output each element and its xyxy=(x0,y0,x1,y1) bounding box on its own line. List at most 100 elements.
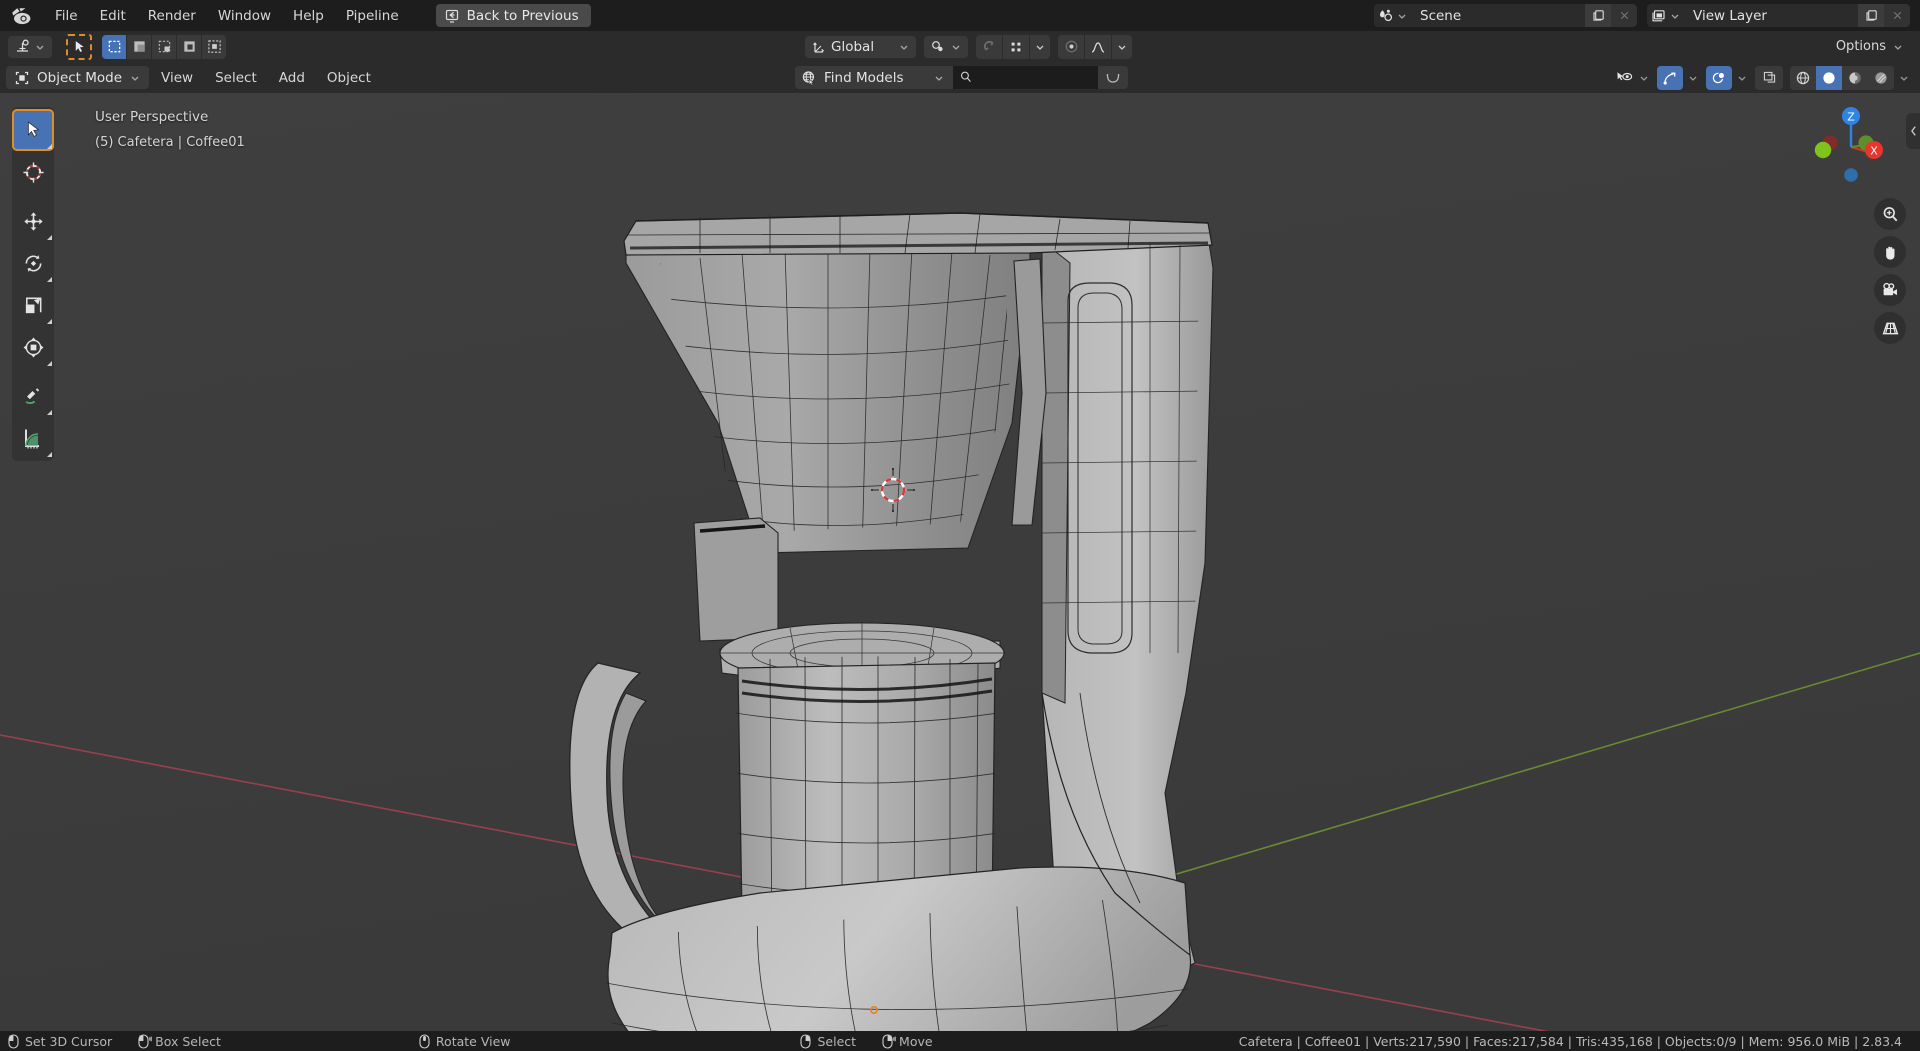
cursor-arrow-icon xyxy=(28,121,40,137)
navigation-gizmo[interactable]: Z X xyxy=(1808,101,1894,187)
select-mode-group[interactable] xyxy=(102,34,226,59)
3d-viewport[interactable]: User Perspective (5) Cafetera | Coffee01 xyxy=(0,93,1920,1031)
snap-options-caret[interactable] xyxy=(1030,34,1051,59)
annotate-tool[interactable] xyxy=(12,375,54,417)
rotate-tool[interactable] xyxy=(12,242,54,284)
wireframe-icon[interactable] xyxy=(1790,66,1816,90)
keymap-label: Select xyxy=(817,1033,857,1049)
globe-cursor-icon xyxy=(801,70,817,86)
toggle-perspective-button[interactable] xyxy=(1874,312,1906,344)
shading-options-chevron-down-icon[interactable] xyxy=(1898,72,1910,84)
view-layer-icon[interactable] xyxy=(1647,4,1683,27)
object-mode-dropdown[interactable]: Object Mode xyxy=(6,66,150,89)
snap-to-dropdown[interactable] xyxy=(1003,34,1030,59)
svg-text:Z: Z xyxy=(1847,111,1855,124)
sidebar-toggle[interactable] xyxy=(1906,113,1920,149)
chevron-down-icon[interactable] xyxy=(1638,72,1650,84)
cursor-tool-icon xyxy=(14,39,30,55)
object-types-visibility-icon[interactable] xyxy=(1610,66,1638,90)
viewport-menu-add[interactable]: Add xyxy=(269,66,315,89)
solid-sphere-icon[interactable] xyxy=(1816,65,1842,90)
keymap-select: Select xyxy=(800,1034,856,1049)
menu-help[interactable]: Help xyxy=(282,5,335,27)
tool-overflow-corner xyxy=(47,319,52,324)
tool-overflow-corner xyxy=(47,277,52,282)
select-set-mode[interactable] xyxy=(102,34,126,59)
scene-statistics: Cafetera | Coffee01 | Verts:217,590 | Fa… xyxy=(1238,1033,1902,1049)
menu-edit[interactable]: Edit xyxy=(89,5,137,27)
keymap-label: Rotate View xyxy=(435,1033,511,1049)
find-models-dropdown[interactable]: Find Models xyxy=(795,66,953,89)
chevron-down-icon[interactable] xyxy=(1736,72,1748,84)
perspective-grid-icon xyxy=(1882,322,1898,334)
coffee-maker-model[interactable] xyxy=(0,93,1920,1031)
transform-tool[interactable] xyxy=(12,326,54,368)
tweak-tool[interactable] xyxy=(12,109,54,151)
xray-toggle-icon[interactable] xyxy=(1755,65,1783,90)
shading-mode-group[interactable] xyxy=(1790,65,1894,90)
3d-cursor xyxy=(871,468,915,512)
back-to-previous-button[interactable]: Back to Previous xyxy=(435,4,591,27)
measure-tool[interactable] xyxy=(12,417,54,459)
blender-logo-icon[interactable] xyxy=(10,3,36,29)
overlays-icon[interactable] xyxy=(1706,65,1732,90)
top-bar: File Edit Render Window Help Pipeline Ba… xyxy=(0,0,1920,31)
keymap-box-select: Box Select xyxy=(138,1034,221,1049)
overlays-toggle-group[interactable] xyxy=(1706,65,1732,90)
transform-orientation-dropdown[interactable]: Global xyxy=(805,35,917,58)
viewport-menu-select[interactable]: Select xyxy=(205,66,267,89)
keymap-rotate-view: Rotate View xyxy=(419,1033,511,1049)
new-view-layer-button[interactable] xyxy=(1858,4,1884,27)
scale-icon xyxy=(25,297,41,313)
tool-overflow-corner xyxy=(47,452,52,457)
chevron-down-icon xyxy=(34,41,46,53)
rendered-icon[interactable] xyxy=(1868,66,1894,90)
scene-icon[interactable] xyxy=(1374,4,1410,27)
cursor-tool[interactable] xyxy=(12,151,54,193)
move-arrows-icon xyxy=(23,211,43,231)
gizmo-icon[interactable] xyxy=(1657,65,1683,90)
pivot-point-dropdown[interactable] xyxy=(924,35,969,58)
menu-pipeline[interactable]: Pipeline xyxy=(335,5,410,27)
scale-tool[interactable] xyxy=(12,284,54,326)
gizmos-toggle-group[interactable] xyxy=(1657,65,1683,90)
snap-magnet-toggle[interactable] xyxy=(976,34,1003,59)
viewport-menu-view[interactable]: View xyxy=(151,66,203,89)
select-subtract-mode[interactable] xyxy=(152,34,176,59)
mouse-right-drag-icon xyxy=(882,1033,896,1049)
mouse-left-icon xyxy=(8,1033,19,1049)
remove-scene-button[interactable] xyxy=(1611,4,1637,27)
falloff-dropdown[interactable] xyxy=(1085,34,1112,59)
select-invert-mode[interactable] xyxy=(177,34,201,59)
tweak-tool-active-indicator[interactable] xyxy=(66,33,92,60)
object-mode-label: Object Mode xyxy=(37,69,123,86)
material-preview-icon[interactable] xyxy=(1842,66,1868,90)
zoom-view-button[interactable] xyxy=(1874,198,1906,230)
keymap-set-3d-cursor: Set 3D Cursor xyxy=(8,1034,112,1049)
active-tool-dropdown[interactable] xyxy=(8,35,52,58)
scene-selector[interactable]: Scene xyxy=(1374,4,1637,27)
select-extend-mode[interactable] xyxy=(127,34,151,59)
find-models-falloff-button[interactable] xyxy=(1097,66,1128,89)
scene-name[interactable]: Scene xyxy=(1410,4,1585,27)
camera-view-button[interactable] xyxy=(1874,274,1906,306)
active-object-label: (5) Cafetera | Coffee01 xyxy=(95,135,245,150)
select-intersect-mode[interactable] xyxy=(202,34,226,59)
options-label: Options xyxy=(1835,39,1886,54)
remove-view-layer-button[interactable] xyxy=(1884,4,1910,27)
menu-window[interactable]: Window xyxy=(207,5,282,27)
new-scene-button[interactable] xyxy=(1585,4,1611,27)
falloff-caret[interactable] xyxy=(1112,34,1133,59)
menu-render[interactable]: Render xyxy=(137,5,207,27)
proportional-editing-toggle[interactable] xyxy=(1058,34,1085,59)
options-dropdown[interactable]: Options xyxy=(1828,36,1912,58)
view-layer-selector[interactable]: View Layer xyxy=(1647,4,1910,27)
view-layer-name[interactable]: View Layer xyxy=(1683,4,1858,27)
find-models-search-input[interactable] xyxy=(952,66,1098,89)
viewport-menu-object[interactable]: Object xyxy=(317,66,381,89)
move-view-button[interactable] xyxy=(1874,236,1906,268)
move-tool[interactable] xyxy=(12,200,54,242)
status-bar: Set 3D Cursor Box Select Rotate View Sel… xyxy=(0,1031,1920,1051)
menu-file[interactable]: File xyxy=(44,5,89,27)
chevron-down-icon[interactable] xyxy=(1687,72,1699,84)
